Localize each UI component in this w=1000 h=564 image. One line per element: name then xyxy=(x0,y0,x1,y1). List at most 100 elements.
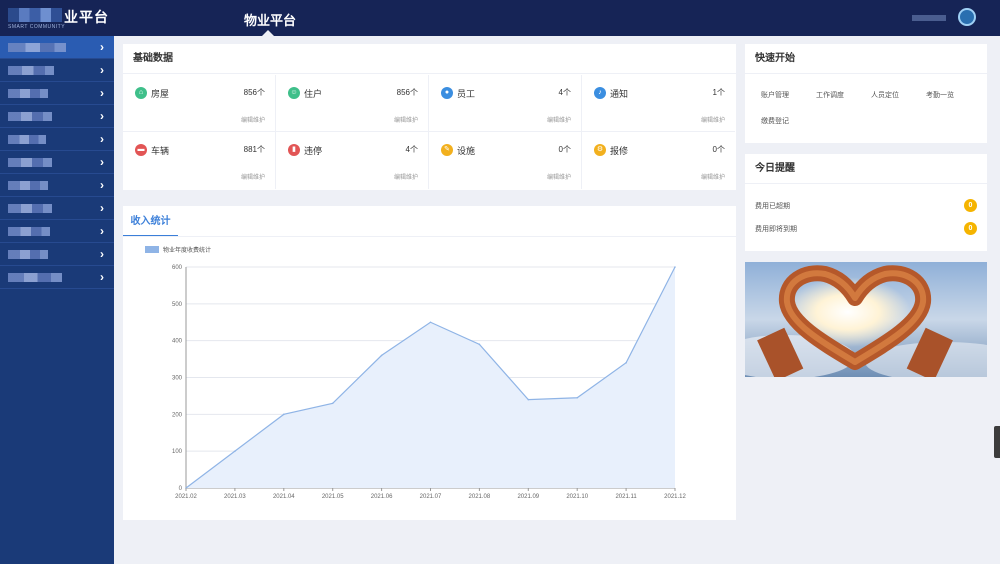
edit-link[interactable]: 编辑维护 xyxy=(241,115,265,124)
basic-data-grid: ⌂ 房屋 856个 编辑维护 ☺ 住户 856个 编辑维护 ● 员工 4个 编辑… xyxy=(123,75,736,190)
chevron-right-icon: › xyxy=(100,270,104,284)
quick-link-payment[interactable]: 缴费登记 xyxy=(761,116,816,126)
app-logo[interactable]: 业平台 SMART COMMUNITY xyxy=(8,6,114,32)
sidebar-item-label xyxy=(8,66,54,75)
quick-link-locate[interactable]: 人员定位 xyxy=(871,90,926,100)
sidebar: › › › › › › › › › › › xyxy=(0,36,114,564)
stat-name: 违停 xyxy=(304,146,323,156)
x-tick-label: 2021.02 xyxy=(175,494,197,500)
chevron-right-icon: › xyxy=(100,178,104,192)
stat-name: 报修 xyxy=(610,146,629,156)
sidebar-item-label xyxy=(8,250,48,259)
stat-card-vehicle[interactable]: ▬ 车辆 881个 编辑维护 xyxy=(123,132,276,189)
stat-count: 4个 xyxy=(558,88,571,97)
nav-tab-platform[interactable]: 物业平台 xyxy=(244,10,296,29)
edit-link[interactable]: 编辑维护 xyxy=(394,115,418,124)
sidebar-item-label xyxy=(8,112,52,121)
user-name xyxy=(912,15,946,21)
sidebar-item-label xyxy=(8,158,52,167)
sidebar-item-label xyxy=(8,89,48,98)
chevron-right-icon: › xyxy=(100,201,104,215)
data-point xyxy=(283,413,285,416)
quick-link-attendance[interactable]: 考勤一览 xyxy=(926,90,981,100)
chevron-right-icon: › xyxy=(100,40,104,54)
sidebar-item-5[interactable]: › xyxy=(0,128,114,151)
legend-label: 物业年度收费统计 xyxy=(163,246,211,254)
quick-start-list: 账户管理 工作调度 人员定位 考勤一览缴费登记 xyxy=(761,88,981,140)
chevron-right-icon: › xyxy=(100,132,104,146)
edit-link[interactable]: 编辑维护 xyxy=(394,172,418,181)
quick-link-dispatch[interactable]: 工作调度 xyxy=(816,90,871,100)
quick-start-panel: 快速开始 账户管理 工作调度 人员定位 考勤一览缴费登记 xyxy=(745,44,987,143)
sidebar-item-label xyxy=(8,43,66,52)
stat-card-resident[interactable]: ☺ 住户 856个 编辑维护 xyxy=(276,75,429,132)
sidebar-item-9[interactable]: › xyxy=(0,220,114,243)
car-icon: ▬ xyxy=(135,144,147,156)
top-bar: 业平台 SMART COMMUNITY 物业平台 xyxy=(0,0,1000,36)
reminder-count-badge: 0 xyxy=(964,199,977,212)
bell-icon: ♪ xyxy=(594,87,606,99)
logo-title: 业平台 xyxy=(64,9,109,25)
repair-icon: ⚙ xyxy=(594,144,606,156)
reminder-due-soon[interactable]: 费用即将到期 0 xyxy=(755,221,977,237)
stat-name: 通知 xyxy=(610,89,629,99)
quick-link-account[interactable]: 账户管理 xyxy=(761,90,816,100)
staff-icon: ● xyxy=(441,87,453,99)
data-point xyxy=(478,343,481,346)
sidebar-item-2[interactable]: › xyxy=(0,59,114,82)
edit-link[interactable]: 编辑维护 xyxy=(701,172,725,181)
sidebar-item-label xyxy=(8,273,62,282)
sidebar-item-8[interactable]: › xyxy=(0,197,114,220)
stat-count: 0个 xyxy=(558,145,571,154)
edit-link[interactable]: 编辑维护 xyxy=(547,172,571,181)
stat-name: 住户 xyxy=(304,89,323,99)
stat-card-facility[interactable]: ✎ 设施 0个 编辑维护 xyxy=(429,132,582,189)
sidebar-item-label xyxy=(8,181,48,190)
y-tick-label: 200 xyxy=(172,412,183,418)
y-tick-label: 400 xyxy=(172,339,183,345)
edit-link[interactable]: 编辑维护 xyxy=(701,115,725,124)
stat-name: 房屋 xyxy=(151,89,170,99)
reminders-panel: 今日提醒 费用已超期 0 费用即将到期 0 xyxy=(745,154,987,251)
y-tick-label: 100 xyxy=(172,449,183,455)
logo-subtitle: SMART COMMUNITY xyxy=(8,24,66,30)
x-tick-label: 2021.12 xyxy=(664,494,686,500)
chevron-right-icon: › xyxy=(100,86,104,100)
stat-count: 1个 xyxy=(712,88,725,97)
x-tick-label: 2021.10 xyxy=(566,494,588,500)
parking-violation-icon: ▮ xyxy=(288,144,300,156)
reminder-overdue[interactable]: 费用已超期 0 xyxy=(755,198,977,214)
stat-card-repair[interactable]: ⚙ 报修 0个 编辑维护 xyxy=(582,132,735,189)
sidebar-item-1[interactable]: › xyxy=(0,36,114,59)
sidebar-item-3[interactable]: › xyxy=(0,82,114,105)
y-tick-label: 600 xyxy=(172,265,183,271)
sidebar-item-11[interactable]: › xyxy=(0,266,114,289)
logo-mark xyxy=(8,8,62,22)
user-avatar-icon[interactable] xyxy=(958,8,976,26)
stat-name: 员工 xyxy=(457,89,476,99)
edit-link[interactable]: 编辑维护 xyxy=(547,115,571,124)
income-panel: 收入统计 物业年度收费统计 0 100 200 300 400 500 600 2021.02 2… xyxy=(123,206,736,520)
stat-card-house[interactable]: ⌂ 房屋 856个 编辑维护 xyxy=(123,75,276,132)
sidebar-item-7[interactable]: › xyxy=(0,174,114,197)
side-drawer-handle[interactable] xyxy=(994,426,1000,458)
quick-start-title: 快速开始 xyxy=(745,44,987,74)
data-point xyxy=(234,450,236,452)
edit-link[interactable]: 编辑维护 xyxy=(241,172,265,181)
heart-hands-image xyxy=(745,262,987,377)
sidebar-item-6[interactable]: › xyxy=(0,151,114,174)
chevron-right-icon: › xyxy=(100,247,104,261)
sidebar-item-10[interactable]: › xyxy=(0,243,114,266)
sidebar-item-label xyxy=(8,227,50,236)
chevron-right-icon: › xyxy=(100,155,104,169)
y-tick-label: 500 xyxy=(172,302,183,308)
stat-card-staff[interactable]: ● 员工 4个 编辑维护 xyxy=(429,75,582,132)
y-tick-label: 300 xyxy=(172,376,183,382)
facility-icon: ✎ xyxy=(441,144,453,156)
sidebar-item-4[interactable]: › xyxy=(0,105,114,128)
stat-card-parking-violation[interactable]: ▮ 违停 4个 编辑维护 xyxy=(276,132,429,189)
user-menu[interactable] xyxy=(912,8,976,28)
tab-income-stats[interactable]: 收入统计 xyxy=(123,206,178,237)
stat-name: 车辆 xyxy=(151,146,170,156)
stat-card-notice[interactable]: ♪ 通知 1个 编辑维护 xyxy=(582,75,735,132)
